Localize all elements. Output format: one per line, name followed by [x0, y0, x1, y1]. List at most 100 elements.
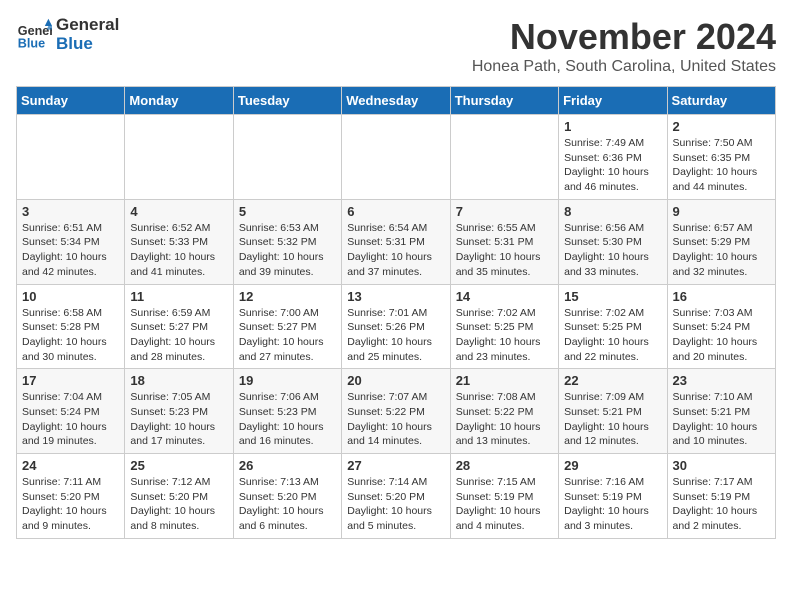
- day-info: Sunrise: 7:11 AM Sunset: 5:20 PM Dayligh…: [22, 475, 119, 534]
- calendar-cell: 30 Sunrise: 7:17 AM Sunset: 5:19 PM Dayli…: [667, 454, 775, 539]
- logo-blue: Blue: [56, 35, 119, 54]
- calendar-cell: [233, 115, 341, 200]
- day-number: 13: [347, 289, 444, 304]
- calendar-cell: 29 Sunrise: 7:16 AM Sunset: 5:19 PM Dayli…: [559, 454, 667, 539]
- calendar-cell: 22 Sunrise: 7:09 AM Sunset: 5:21 PM Dayli…: [559, 369, 667, 454]
- logo-general: General: [56, 16, 119, 35]
- calendar-cell: 7Sunrise: 6:55 AM Sunset: 5:31 PM Daylig…: [450, 199, 558, 284]
- day-info: Sunrise: 6:52 AM Sunset: 5:33 PM Dayligh…: [130, 221, 227, 280]
- calendar-cell: [450, 115, 558, 200]
- calendar-cell: 2 Sunrise: 7:50 AM Sunset: 6:35 PM Daylig…: [667, 115, 775, 200]
- calendar-cell: 18 Sunrise: 7:05 AM Sunset: 5:23 PM Dayli…: [125, 369, 233, 454]
- title-area: November 2024 Honea Path, South Carolina…: [472, 16, 776, 76]
- day-info: Sunrise: 7:01 AM Sunset: 5:26 PM Dayligh…: [347, 306, 444, 365]
- day-number: 27: [347, 458, 444, 473]
- day-info: Sunrise: 7:02 AM Sunset: 5:25 PM Dayligh…: [456, 306, 553, 365]
- logo-icon: General Blue: [16, 17, 52, 53]
- day-info: Sunrise: 7:15 AM Sunset: 5:19 PM Dayligh…: [456, 475, 553, 534]
- week-row-2: 3 Sunrise: 6:51 AM Sunset: 5:34 PM Daylig…: [17, 199, 776, 284]
- day-number: 15: [564, 289, 661, 304]
- day-info: Sunrise: 6:56 AM Sunset: 5:30 PM Dayligh…: [564, 221, 661, 280]
- calendar-cell: [342, 115, 450, 200]
- day-info: Sunrise: 6:53 AM Sunset: 5:32 PM Dayligh…: [239, 221, 336, 280]
- calendar-cell: 17Sunrise: 7:04 AM Sunset: 5:24 PM Dayli…: [17, 369, 125, 454]
- calendar-cell: 28 Sunrise: 7:15 AM Sunset: 5:19 PM Dayli…: [450, 454, 558, 539]
- weekday-header-thursday: Thursday: [450, 87, 558, 115]
- day-number: 6: [347, 204, 444, 219]
- weekday-header-friday: Friday: [559, 87, 667, 115]
- day-number: 2: [673, 119, 770, 134]
- day-number: 23: [673, 373, 770, 388]
- week-row-5: 24 Sunrise: 7:11 AM Sunset: 5:20 PM Dayli…: [17, 454, 776, 539]
- calendar-cell: 3 Sunrise: 6:51 AM Sunset: 5:34 PM Daylig…: [17, 199, 125, 284]
- calendar-cell: 9Sunrise: 6:57 AM Sunset: 5:29 PM Daylig…: [667, 199, 775, 284]
- day-number: 24: [22, 458, 119, 473]
- day-info: Sunrise: 7:50 AM Sunset: 6:35 PM Dayligh…: [673, 136, 770, 195]
- day-number: 21: [456, 373, 553, 388]
- week-row-3: 10 Sunrise: 6:58 AM Sunset: 5:28 PM Dayli…: [17, 284, 776, 369]
- calendar-cell: 12 Sunrise: 7:00 AM Sunset: 5:27 PM Dayli…: [233, 284, 341, 369]
- day-number: 18: [130, 373, 227, 388]
- day-number: 7: [456, 204, 553, 219]
- weekday-header-saturday: Saturday: [667, 87, 775, 115]
- calendar-cell: 8 Sunrise: 6:56 AM Sunset: 5:30 PM Daylig…: [559, 199, 667, 284]
- weekday-header-sunday: Sunday: [17, 87, 125, 115]
- calendar-cell: 20Sunrise: 7:07 AM Sunset: 5:22 PM Dayli…: [342, 369, 450, 454]
- day-info: Sunrise: 7:14 AM Sunset: 5:20 PM Dayligh…: [347, 475, 444, 534]
- calendar-cell: [125, 115, 233, 200]
- day-info: Sunrise: 6:59 AM Sunset: 5:27 PM Dayligh…: [130, 306, 227, 365]
- day-info: Sunrise: 7:10 AM Sunset: 5:21 PM Dayligh…: [673, 390, 770, 449]
- location-title: Honea Path, South Carolina, United State…: [472, 58, 776, 76]
- day-number: 19: [239, 373, 336, 388]
- day-info: Sunrise: 7:49 AM Sunset: 6:36 PM Dayligh…: [564, 136, 661, 195]
- calendar-cell: 5Sunrise: 6:53 AM Sunset: 5:32 PM Daylig…: [233, 199, 341, 284]
- calendar: SundayMondayTuesdayWednesdayThursdayFrid…: [16, 86, 776, 539]
- day-info: Sunrise: 6:54 AM Sunset: 5:31 PM Dayligh…: [347, 221, 444, 280]
- day-number: 20: [347, 373, 444, 388]
- day-number: 3: [22, 204, 119, 219]
- weekday-header-tuesday: Tuesday: [233, 87, 341, 115]
- day-number: 8: [564, 204, 661, 219]
- day-info: Sunrise: 7:03 AM Sunset: 5:24 PM Dayligh…: [673, 306, 770, 365]
- calendar-cell: 10 Sunrise: 6:58 AM Sunset: 5:28 PM Dayli…: [17, 284, 125, 369]
- day-number: 22: [564, 373, 661, 388]
- day-number: 16: [673, 289, 770, 304]
- day-number: 17: [22, 373, 119, 388]
- calendar-cell: 4Sunrise: 6:52 AM Sunset: 5:33 PM Daylig…: [125, 199, 233, 284]
- day-number: 26: [239, 458, 336, 473]
- day-number: 11: [130, 289, 227, 304]
- day-info: Sunrise: 6:58 AM Sunset: 5:28 PM Dayligh…: [22, 306, 119, 365]
- day-number: 10: [22, 289, 119, 304]
- day-info: Sunrise: 7:12 AM Sunset: 5:20 PM Dayligh…: [130, 475, 227, 534]
- calendar-cell: [17, 115, 125, 200]
- day-number: 28: [456, 458, 553, 473]
- day-number: 30: [673, 458, 770, 473]
- logo: General Blue General Blue: [16, 16, 119, 53]
- day-number: 12: [239, 289, 336, 304]
- calendar-cell: 1Sunrise: 7:49 AM Sunset: 6:36 PM Daylig…: [559, 115, 667, 200]
- svg-text:Blue: Blue: [18, 36, 45, 50]
- day-info: Sunrise: 7:17 AM Sunset: 5:19 PM Dayligh…: [673, 475, 770, 534]
- calendar-cell: 27 Sunrise: 7:14 AM Sunset: 5:20 PM Dayli…: [342, 454, 450, 539]
- calendar-cell: 6 Sunrise: 6:54 AM Sunset: 5:31 PM Daylig…: [342, 199, 450, 284]
- day-info: Sunrise: 7:13 AM Sunset: 5:20 PM Dayligh…: [239, 475, 336, 534]
- day-info: Sunrise: 7:08 AM Sunset: 5:22 PM Dayligh…: [456, 390, 553, 449]
- day-number: 25: [130, 458, 227, 473]
- month-title: November 2024: [472, 16, 776, 58]
- day-info: Sunrise: 7:02 AM Sunset: 5:25 PM Dayligh…: [564, 306, 661, 365]
- day-info: Sunrise: 7:09 AM Sunset: 5:21 PM Dayligh…: [564, 390, 661, 449]
- header: General Blue General Blue November 2024 …: [16, 16, 776, 76]
- day-info: Sunrise: 6:57 AM Sunset: 5:29 PM Dayligh…: [673, 221, 770, 280]
- day-info: Sunrise: 7:05 AM Sunset: 5:23 PM Dayligh…: [130, 390, 227, 449]
- day-info: Sunrise: 7:16 AM Sunset: 5:19 PM Dayligh…: [564, 475, 661, 534]
- week-row-1: 1Sunrise: 7:49 AM Sunset: 6:36 PM Daylig…: [17, 115, 776, 200]
- weekday-header-wednesday: Wednesday: [342, 87, 450, 115]
- calendar-cell: 15 Sunrise: 7:02 AM Sunset: 5:25 PM Dayli…: [559, 284, 667, 369]
- day-info: Sunrise: 6:51 AM Sunset: 5:34 PM Dayligh…: [22, 221, 119, 280]
- week-row-4: 17Sunrise: 7:04 AM Sunset: 5:24 PM Dayli…: [17, 369, 776, 454]
- weekday-header-monday: Monday: [125, 87, 233, 115]
- calendar-cell: 25 Sunrise: 7:12 AM Sunset: 5:20 PM Dayli…: [125, 454, 233, 539]
- day-info: Sunrise: 7:06 AM Sunset: 5:23 PM Dayligh…: [239, 390, 336, 449]
- day-number: 29: [564, 458, 661, 473]
- day-info: Sunrise: 7:00 AM Sunset: 5:27 PM Dayligh…: [239, 306, 336, 365]
